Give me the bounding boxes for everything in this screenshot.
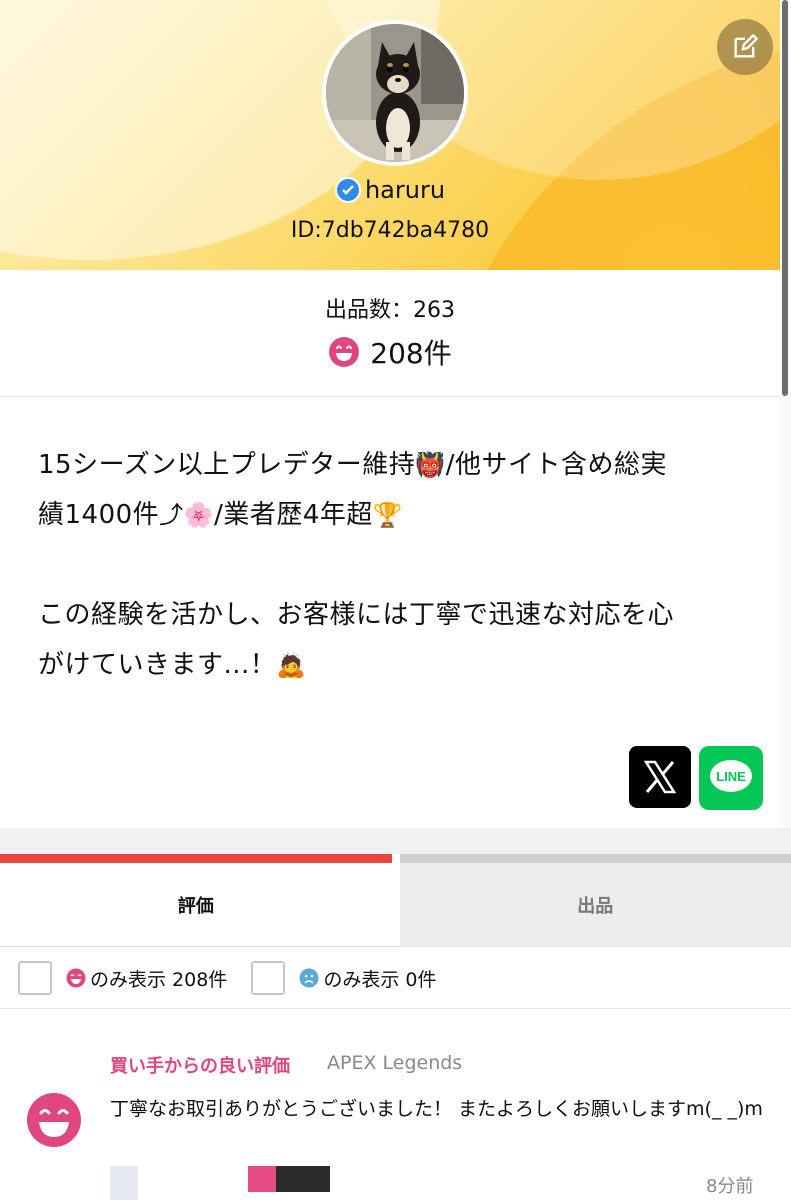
review-text: 丁寧なお取引ありがとうございました！ またよろしくお願いしますm(_ _)m: [110, 1098, 763, 1120]
tab-ratings[interactable]: 評価: [0, 854, 392, 946]
review-game-tag[interactable]: APEX Legends: [327, 1052, 462, 1074]
filter-good-only[interactable]: のみ表示 208件: [18, 961, 227, 995]
edit-profile-button[interactable]: [717, 19, 773, 75]
shiba-dog-avatar-image: [326, 24, 464, 162]
profile-tabs: 評価 出品: [0, 854, 791, 946]
username-row: haruru: [0, 176, 780, 204]
oni-mask-icon: 👹: [415, 451, 446, 479]
line-logo-icon: LINE: [710, 760, 752, 792]
x-logo-icon: [643, 760, 677, 794]
listing-count: 出品数：263: [325, 298, 455, 323]
bio-line: 績1400件⤴🌸/業者歴4年超🏆: [38, 500, 404, 530]
smile-face-icon: [66, 968, 86, 988]
good-rating-count: 208件: [0, 332, 780, 372]
social-links: LINE: [629, 746, 763, 810]
rating-filters: のみ表示 208件 のみ表示 0件: [18, 958, 460, 998]
review-thumbnail[interactable]: [110, 1166, 138, 1200]
divider: [0, 946, 791, 947]
avatar[interactable]: [322, 20, 468, 166]
username: haruru: [364, 176, 446, 204]
bad-only-label: のみ表示 0件: [323, 968, 437, 991]
good-only-checkbox[interactable]: [18, 961, 52, 995]
svg-text:LINE: LINE: [716, 769, 746, 784]
divider: [0, 1008, 791, 1009]
divider: [0, 396, 780, 397]
review-thumbnail[interactable]: [248, 1166, 330, 1192]
review-title: 買い手からの良い評価: [110, 1056, 290, 1077]
sad-face-icon: [299, 968, 319, 988]
good-only-label: のみ表示 208件: [90, 968, 228, 991]
smile-face-icon: [329, 337, 360, 367]
section-separator: [0, 828, 791, 854]
user-id: ID:7db742ba4780: [290, 218, 490, 243]
verified-badge-icon: [334, 177, 361, 203]
profile-bio: 15シーズン以上プレデター維持👹/他サイト含め総実 績1400件⤴🌸/業者歴4年…: [38, 440, 754, 690]
bio-spacer: [38, 540, 754, 590]
review-timestamp: 8分前: [706, 1176, 754, 1197]
x-share-button[interactable]: [629, 746, 691, 808]
good-rating-value: 208件: [370, 337, 452, 370]
bio-line: 15シーズン以上プレデター維持👹/他サイト含め総実: [38, 450, 667, 480]
scrollbar[interactable]: [780, 0, 791, 828]
edit-icon: [734, 34, 758, 58]
cherry-blossom-icon: 🌸: [183, 501, 215, 529]
profile-header-banner: haruru ID:7db742ba4780: [0, 0, 780, 270]
scrollbar-thumb[interactable]: [782, 0, 788, 396]
trophy-icon: 🏆: [372, 501, 404, 529]
profile-stats: 出品数：263 208件: [0, 270, 780, 396]
filter-bad-only[interactable]: のみ表示 0件: [251, 961, 436, 995]
arrow-up-right-icon: ⤴: [159, 501, 184, 529]
tab-listings[interactable]: 出品: [399, 854, 791, 946]
bio-line: この経験を活かし、お客様には丁寧で迅速な対応を心: [38, 600, 675, 630]
line-share-button[interactable]: LINE: [699, 746, 763, 810]
bad-only-checkbox[interactable]: [251, 961, 286, 995]
bowing-person-icon: 🙇: [276, 651, 307, 679]
smile-face-icon: [27, 1093, 81, 1147]
bio-line: がけていきます...！🙇: [38, 650, 307, 680]
